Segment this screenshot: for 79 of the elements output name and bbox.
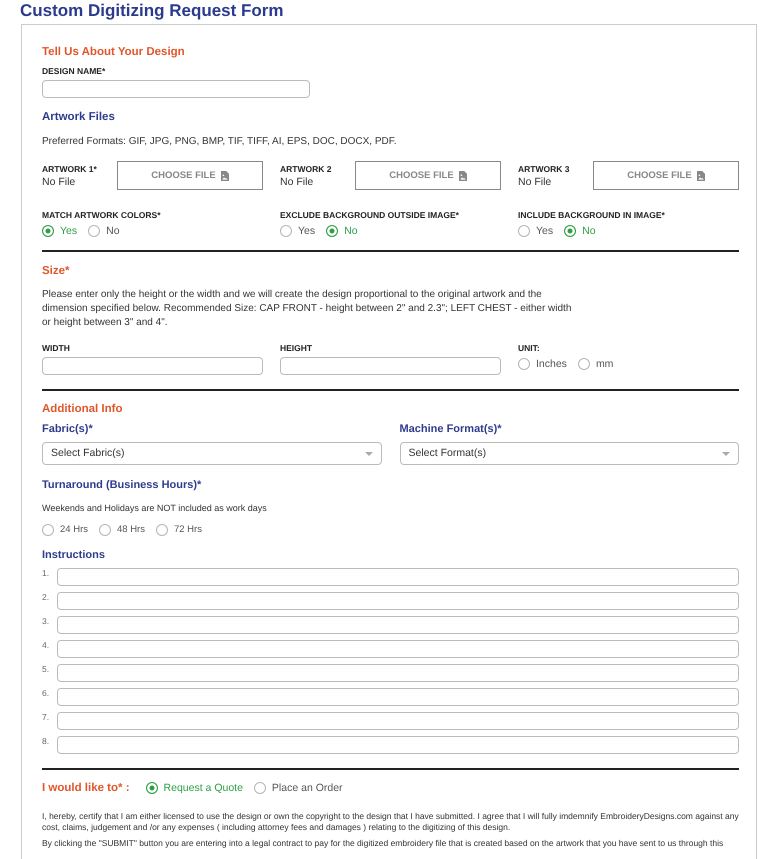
formats-text: Preferred Formats: GIF, JPG, PNG, BMP, TIF, TIFF, AI, EPS, DOC, DOCX, PDF. bbox=[42, 136, 397, 148]
field-label: DESIGN NAME* bbox=[42, 66, 106, 76]
text-field[interactable] bbox=[42, 80, 310, 98]
field-label: HEIGHT bbox=[280, 343, 312, 353]
field-label: EXCLUDE BACKGROUND OUTSIDE IMAGE* bbox=[280, 210, 459, 220]
field-label: Instructions bbox=[42, 548, 105, 562]
radio-button[interactable] bbox=[518, 225, 530, 237]
line-number: 1. bbox=[42, 568, 50, 578]
dropdown-field[interactable]: Select Format(s) bbox=[400, 442, 739, 465]
line-number: 5. bbox=[42, 664, 50, 674]
choose-file-button[interactable]: CHOOSE FILE bbox=[355, 161, 501, 190]
instruction-field[interactable] bbox=[57, 664, 739, 682]
instruction-field[interactable] bbox=[57, 616, 739, 634]
section-heading: Tell Us About Your Design bbox=[42, 45, 185, 59]
section-heading: Artwork Files bbox=[42, 110, 115, 124]
instruction-field[interactable] bbox=[57, 568, 739, 586]
radio-label[interactable]: Yes bbox=[298, 224, 316, 238]
instruction-field[interactable] bbox=[57, 688, 739, 706]
field-label: WIDTH bbox=[42, 343, 70, 353]
radio-button[interactable] bbox=[326, 225, 338, 237]
page-title: Custom Digitizing Request Form bbox=[20, 1, 284, 21]
line-number: 4. bbox=[42, 640, 50, 650]
line-number: 2. bbox=[42, 592, 50, 602]
field-label: ARTWORK 1* bbox=[42, 164, 97, 174]
radio-label[interactable]: Place an Order bbox=[272, 781, 343, 795]
field-label: ARTWORK 3 bbox=[518, 164, 570, 174]
radio-label[interactable]: mm bbox=[596, 357, 614, 371]
field-label: ARTWORK 2 bbox=[280, 164, 332, 174]
radio-button[interactable] bbox=[518, 358, 530, 370]
line-number: 3. bbox=[42, 616, 50, 626]
file-icon bbox=[696, 170, 705, 180]
choose-file-button[interactable]: CHOOSE FILE bbox=[593, 161, 739, 190]
radio-button[interactable] bbox=[98, 524, 111, 536]
field-label: MATCH ARTWORK COLORS* bbox=[42, 210, 161, 220]
radio-button[interactable] bbox=[280, 225, 292, 237]
radio-label[interactable]: 48 Hrs bbox=[116, 523, 145, 537]
field-label: INCLUDE BACKGROUND IN IMAGE* bbox=[518, 210, 665, 220]
radio-button[interactable] bbox=[146, 782, 158, 794]
caret-icon bbox=[722, 452, 730, 456]
legal-text: By clicking the "SUBMIT" button you are entering into a legal contract to pay for the digitized embroidery file that is created based on the artwork that you have sent to us through this bbox=[42, 838, 724, 848]
radio-label[interactable]: Inches bbox=[536, 357, 567, 371]
field-label: Fabric(s)* bbox=[42, 422, 93, 436]
text-field[interactable] bbox=[280, 357, 501, 375]
radio-button[interactable] bbox=[254, 782, 266, 794]
field-label: UNIT: bbox=[518, 343, 540, 353]
line-number: 7. bbox=[42, 712, 50, 722]
radio-button[interactable] bbox=[88, 225, 100, 237]
choose-file-button[interactable]: CHOOSE FILE bbox=[117, 161, 263, 190]
radio-button[interactable] bbox=[564, 225, 576, 237]
radio-button[interactable] bbox=[42, 225, 54, 237]
file-icon bbox=[458, 170, 467, 180]
field-label: I would like to* : bbox=[42, 781, 130, 795]
line-number: 6. bbox=[42, 688, 50, 698]
instruction-field[interactable] bbox=[57, 712, 739, 730]
radio-label[interactable]: 72 Hrs bbox=[174, 523, 202, 537]
dropdown-field[interactable]: Select Fabric(s) bbox=[42, 442, 382, 465]
radio-button[interactable] bbox=[156, 524, 168, 536]
file-status: No File bbox=[280, 176, 314, 189]
caret-icon bbox=[364, 452, 372, 456]
radio-label[interactable]: Yes bbox=[536, 224, 554, 238]
field-label: Machine Format(s)* bbox=[400, 422, 502, 436]
radio-button[interactable] bbox=[578, 358, 590, 370]
file-icon bbox=[220, 170, 229, 180]
note-text: Weekends and Holidays are NOT included as work days bbox=[42, 503, 267, 513]
file-status: No File bbox=[518, 176, 552, 189]
section-heading: Size* bbox=[42, 264, 70, 278]
line-number: 8. bbox=[42, 736, 50, 746]
instruction-field[interactable] bbox=[57, 592, 739, 610]
legal-text: I, hereby, certify that I am either licensed to use the design or own the copyright to the design that I have submitted. I agree that I will fully imdemnify EmbroideryDesigns.com against any cost, claims, judgement and /or any expenses ( including attorney fees and damages ) relating to the digitizing of this design. bbox=[42, 811, 739, 832]
file-status: No File bbox=[42, 176, 76, 189]
size-instructions: Please enter only the height or the width and we will create the design proportional to the original artwork and the dimension specified below. Recommended Size: CAP FRONT - height between 2" and 2.3"; LEFT CHEST - either width or height between 3" and 4". bbox=[42, 288, 572, 330]
radio-label[interactable]: 24 Hrs bbox=[60, 523, 88, 537]
radio-button[interactable] bbox=[42, 524, 54, 536]
section-heading: Additional Info bbox=[42, 402, 122, 416]
text-field[interactable] bbox=[42, 357, 263, 375]
instruction-field[interactable] bbox=[57, 640, 739, 658]
field-label: Turnaround (Business Hours)* bbox=[42, 478, 202, 492]
radio-label[interactable]: No bbox=[106, 224, 120, 238]
instruction-field[interactable] bbox=[57, 736, 739, 754]
